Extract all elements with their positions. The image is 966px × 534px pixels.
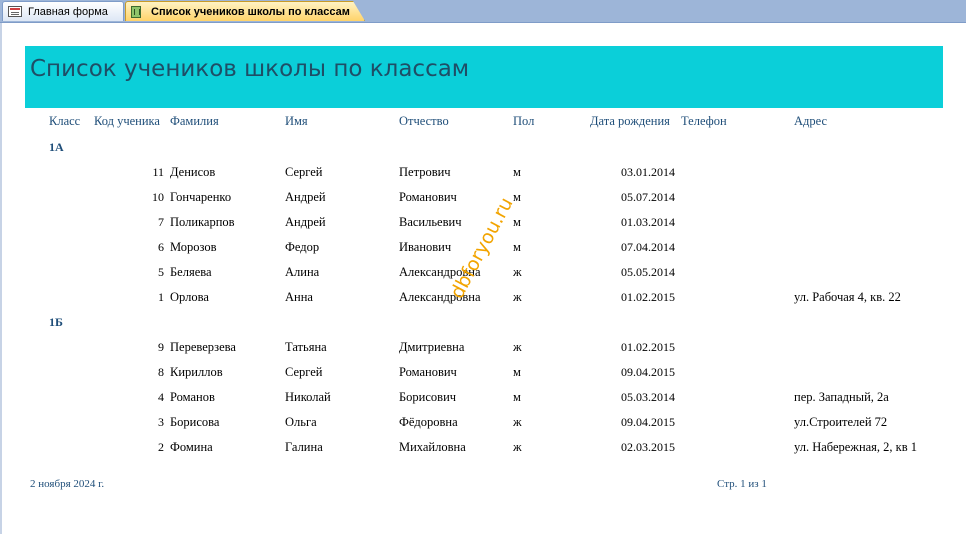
cell-code: 11 [152,165,164,179]
cell-surname: Романов [170,390,215,404]
cell-code: 8 [158,365,164,379]
cell-address: ул. Набережная, 2, кв 1 [794,440,918,454]
cell-birth-date: 05.05.2014 [621,265,675,279]
cell-birth-date: 01.02.2015 [621,340,675,354]
column-header-code: Код ученика [94,114,160,128]
cell-birth-date: 02.03.2015 [621,440,675,454]
cell-patronymic: Александровна [399,290,481,304]
cell-name: Андрей [285,190,326,204]
cell-name: Сергей [285,365,323,379]
cell-patronymic: Петрович [399,165,451,179]
cell-surname: Фомина [170,440,213,454]
cell-name: Федор [285,240,320,254]
cell-name: Алина [285,265,320,279]
cell-code: 1 [158,290,164,304]
cell-surname: Морозов [170,240,217,254]
page-number: Стр. 1 из 1 [717,478,767,490]
cell-code: 2 [158,440,164,454]
cell-sex: ж [513,290,522,304]
cell-name: Татьяна [285,340,327,354]
form-icon [8,6,22,17]
column-header-birth-date: Дата рождения [590,114,670,128]
cell-surname: Борисова [170,415,220,429]
column-header-class: Класс [49,114,81,128]
cell-code: 9 [158,340,164,354]
cell-code: 10 [152,190,164,204]
cell-patronymic: Дмитриевна [399,340,465,354]
cell-code: 7 [158,215,164,229]
cell-patronymic: Фёдоровна [399,415,458,429]
cell-patronymic: Романович [399,365,457,379]
cell-address: пер. Западный, 2а [794,390,889,404]
column-header-sex: Пол [513,114,535,128]
tab-label: Главная форма [28,5,108,18]
cell-surname: Кириллов [170,365,223,379]
cell-surname: Поликарпов [170,215,235,229]
tab-label: Список учеников школы по классам [151,5,350,18]
cell-name: Галина [285,440,323,454]
cell-address: ул. Рабочая 4, кв. 22 [794,290,901,304]
cell-sex: м [513,365,521,379]
cell-code: 3 [158,415,164,429]
cell-birth-date: 01.02.2015 [621,290,675,304]
column-header-patronymic: Отчество [399,114,449,128]
cell-birth-date: 09.04.2015 [621,415,675,429]
report-icon [131,5,141,18]
cell-sex: м [513,215,521,229]
cell-name: Анна [285,290,313,304]
tab-student-list-report[interactable]: Список учеников школы по классам [125,1,365,21]
cell-birth-date: 05.07.2014 [621,190,675,204]
report-left-border [0,23,2,534]
group-header-class: 1Б [49,315,63,329]
cell-code: 5 [158,265,164,279]
cell-surname: Денисов [170,165,216,179]
cell-patronymic: Борисович [399,390,457,404]
cell-name: Андрей [285,215,326,229]
cell-patronymic: Александровна [399,265,481,279]
cell-sex: м [513,190,521,204]
cell-birth-date: 05.03.2014 [621,390,675,404]
cell-address: ул.Строителей 72 [794,415,888,429]
cell-code: 4 [158,390,164,404]
cell-name: Николай [285,390,331,404]
report-title: Список учеников школы по классам [30,56,470,82]
cell-sex: м [513,165,521,179]
cell-surname: Беляева [170,265,212,279]
column-header-phone: Телефон [681,114,727,128]
tab-main-form[interactable]: Главная форма [2,1,124,21]
group-header-class: 1А [49,140,64,154]
cell-sex: м [513,390,521,404]
cell-birth-date: 03.01.2014 [621,165,675,179]
cell-code: 6 [158,240,164,254]
cell-patronymic: Иванович [399,240,452,254]
cell-birth-date: 09.04.2015 [621,365,675,379]
cell-patronymic: Романович [399,190,457,204]
column-header-name: Имя [285,114,308,128]
cell-birth-date: 07.04.2014 [621,240,675,254]
cell-surname: Гончаренко [170,190,232,204]
cell-sex: ж [513,265,522,279]
cell-sex: ж [513,415,522,429]
report-date: 2 ноября 2024 г. [30,478,105,490]
cell-sex: ж [513,440,522,454]
cell-name: Сергей [285,165,323,179]
cell-surname: Орлова [170,290,209,304]
cell-patronymic: Васильевич [399,215,462,229]
cell-surname: Переверзева [170,340,236,354]
column-header-surname: Фамилия [170,114,219,128]
cell-sex: м [513,240,521,254]
cell-sex: ж [513,340,522,354]
cell-birth-date: 01.03.2014 [621,215,675,229]
column-header-address: Адрес [794,114,828,128]
cell-patronymic: Михайловна [399,440,466,454]
cell-name: Ольга [285,415,317,429]
